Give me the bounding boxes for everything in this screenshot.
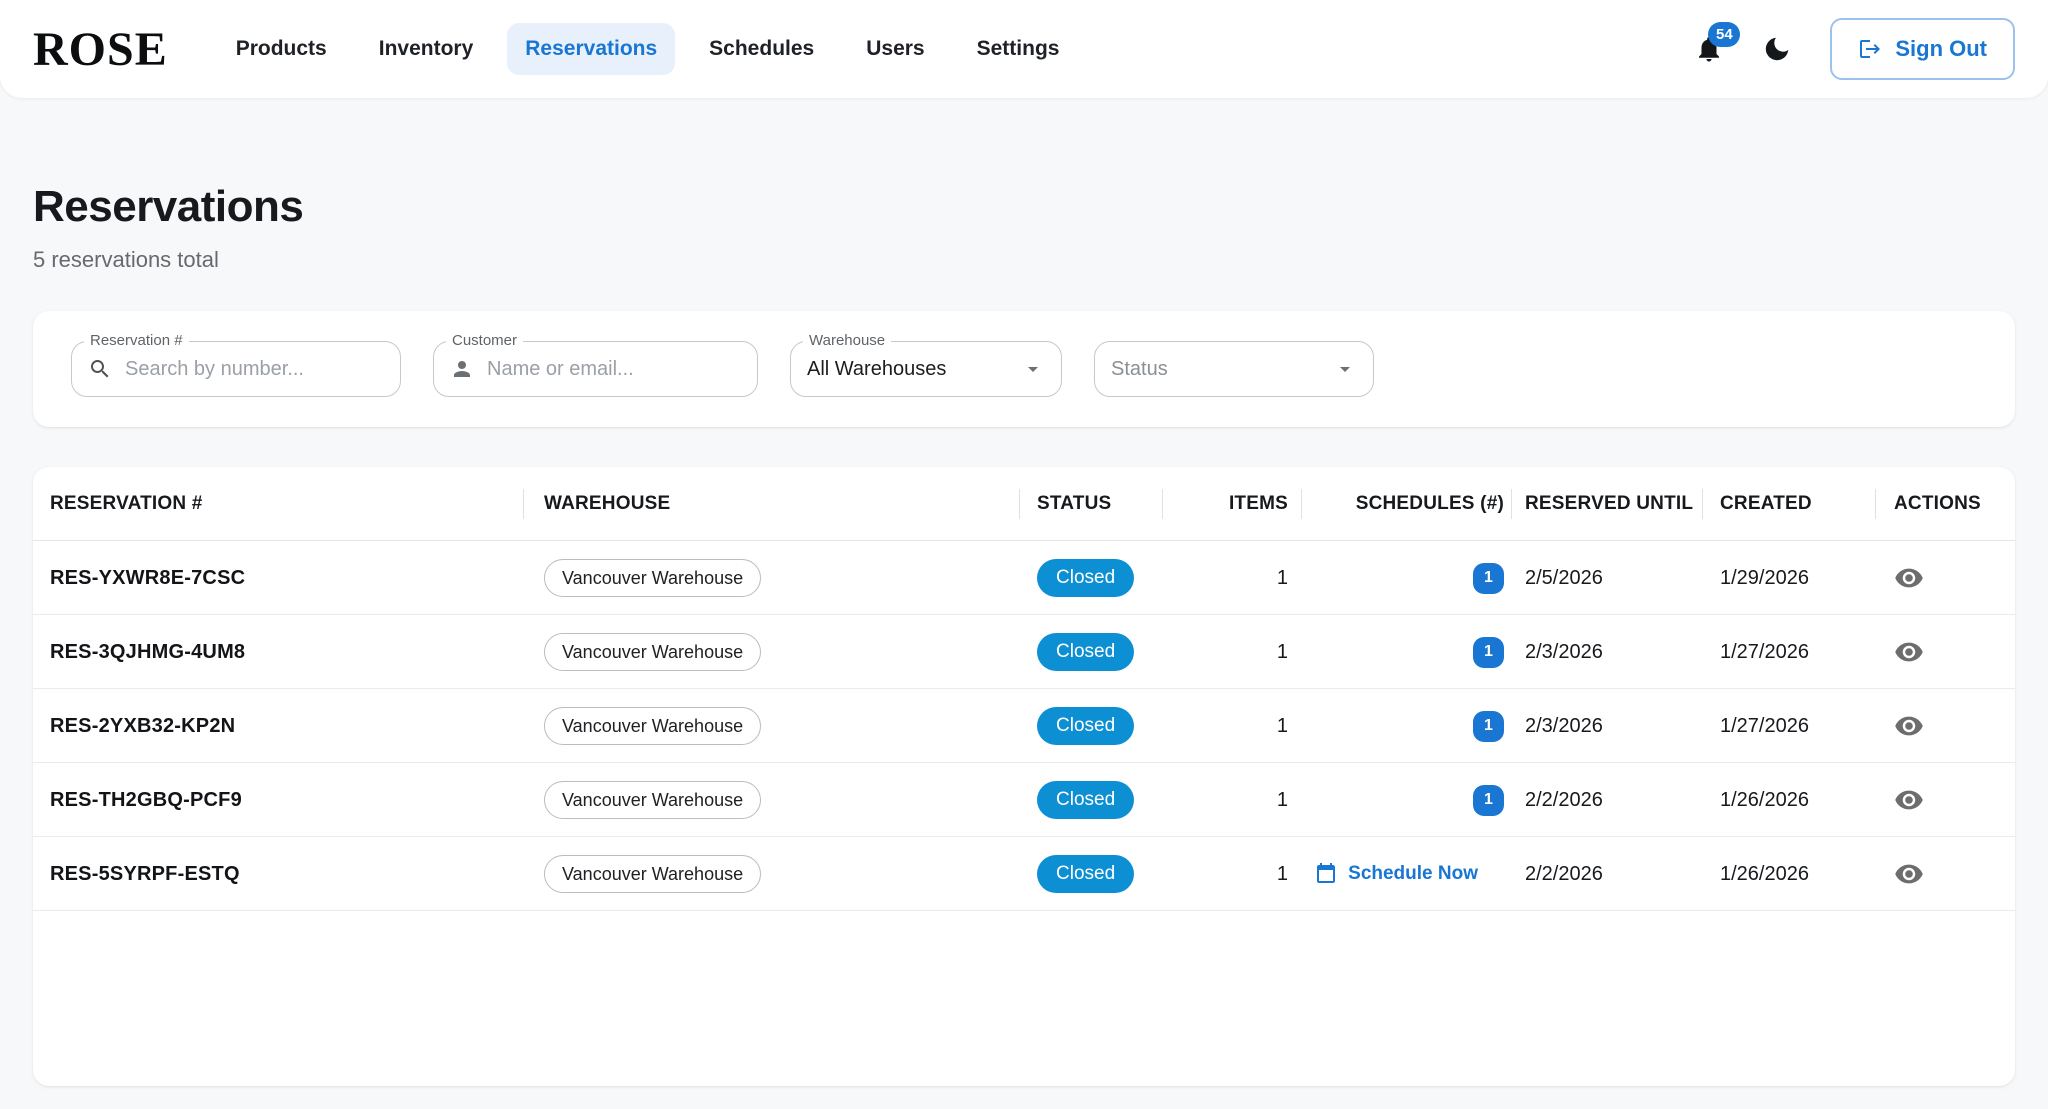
nav-item-products[interactable]: Products <box>218 23 345 75</box>
schedules-count-badge: 1 <box>1473 785 1504 816</box>
main-nav: Products Inventory Reservations Schedule… <box>218 23 1078 75</box>
chevron-down-icon <box>1333 357 1357 381</box>
items-count: 1 <box>1277 641 1288 664</box>
header-actions: 54 Sign Out <box>1694 18 2015 80</box>
warehouse-chip: Vancouver Warehouse <box>544 707 761 745</box>
warehouse-select[interactable]: Warehouse All Warehouses <box>790 341 1062 397</box>
view-eye-icon <box>1894 785 1924 815</box>
column-header-schedules[interactable]: SCHEDULES (#) <box>1302 467 1512 541</box>
created-date: 1/29/2026 <box>1720 567 1809 590</box>
nav-item-settings[interactable]: Settings <box>959 23 1078 75</box>
column-header-actions: ACTIONS <box>1876 467 2015 541</box>
reservation-number-label: Reservation # <box>84 332 189 349</box>
status-badge: Closed <box>1037 855 1134 893</box>
reservation-id: RES-2YXB32-KP2N <box>50 715 235 738</box>
items-count: 1 <box>1277 567 1288 590</box>
nav-item-users[interactable]: Users <box>848 23 942 75</box>
main-content: Reservations 5 reservations total Reserv… <box>0 182 2048 1086</box>
reserved-until-date: 2/3/2026 <box>1525 641 1603 664</box>
status-badge: Closed <box>1037 781 1134 819</box>
customer-input[interactable] <box>485 357 741 382</box>
view-reservation-button[interactable] <box>1894 563 1924 593</box>
notifications-button[interactable]: 54 <box>1694 34 1724 64</box>
reservations-table: RESERVATION # WAREHOUSE STATUS ITEMS SCH… <box>33 467 2015 1086</box>
reservation-id: RES-5SYRPF-ESTQ <box>50 863 240 886</box>
nav-item-schedules[interactable]: Schedules <box>691 23 832 75</box>
nav-item-reservations[interactable]: Reservations <box>507 23 675 75</box>
items-count: 1 <box>1277 789 1288 812</box>
view-eye-icon <box>1894 563 1924 593</box>
customer-label: Customer <box>446 332 523 349</box>
column-header-warehouse[interactable]: WAREHOUSE <box>524 467 1020 541</box>
items-count: 1 <box>1277 863 1288 886</box>
app-header: ROSE Products Inventory Reservations Sch… <box>0 0 2048 98</box>
filters-bar: Reservation # Customer Warehouse All War… <box>33 311 2015 427</box>
view-eye-icon <box>1894 859 1924 889</box>
reservation-id: RES-3QJHMG-4UM8 <box>50 641 245 664</box>
warehouse-label: Warehouse <box>803 332 891 349</box>
created-date: 1/26/2026 <box>1720 789 1809 812</box>
column-header-status[interactable]: STATUS <box>1020 467 1163 541</box>
reserved-until-date: 2/3/2026 <box>1525 715 1603 738</box>
view-reservation-button[interactable] <box>1894 859 1924 889</box>
reservation-id: RES-YXWR8E-7CSC <box>50 567 245 590</box>
dark-mode-moon-icon <box>1762 34 1792 64</box>
column-header-items[interactable]: ITEMS <box>1163 467 1302 541</box>
warehouse-chip: Vancouver Warehouse <box>544 781 761 819</box>
calendar-icon <box>1314 862 1338 886</box>
table-row: RES-YXWR8E-7CSC Vancouver Warehouse Clos… <box>33 541 2015 615</box>
created-date: 1/27/2026 <box>1720 715 1809 738</box>
sign-out-button[interactable]: Sign Out <box>1830 18 2015 80</box>
warehouse-chip: Vancouver Warehouse <box>544 559 761 597</box>
created-date: 1/26/2026 <box>1720 863 1809 886</box>
status-badge: Closed <box>1037 707 1134 745</box>
items-count: 1 <box>1277 715 1288 738</box>
column-header-reserved-until[interactable]: RESERVED UNTIL <box>1512 467 1703 541</box>
table-row: RES-TH2GBQ-PCF9 Vancouver Warehouse Clos… <box>33 763 2015 837</box>
schedule-now-link[interactable]: Schedule Now <box>1314 862 1478 886</box>
schedule-now-label: Schedule Now <box>1348 863 1478 885</box>
sign-out-label: Sign Out <box>1895 36 1987 62</box>
schedules-count-badge: 1 <box>1473 563 1504 594</box>
page-subtitle: 5 reservations total <box>33 247 2015 273</box>
nav-item-inventory[interactable]: Inventory <box>361 23 492 75</box>
warehouse-chip: Vancouver Warehouse <box>544 633 761 671</box>
view-reservation-button[interactable] <box>1894 785 1924 815</box>
warehouse-chip: Vancouver Warehouse <box>544 855 761 893</box>
person-icon <box>450 357 474 381</box>
chevron-down-icon <box>1021 357 1045 381</box>
reservation-id: RES-TH2GBQ-PCF9 <box>50 789 242 812</box>
table-header-row: RESERVATION # WAREHOUSE STATUS ITEMS SCH… <box>33 467 2015 541</box>
reserved-until-date: 2/2/2026 <box>1525 789 1603 812</box>
view-eye-icon <box>1894 711 1924 741</box>
dark-mode-toggle[interactable] <box>1762 34 1792 64</box>
reservation-number-field[interactable]: Reservation # <box>71 341 401 397</box>
brand-logo[interactable]: ROSE <box>33 22 168 77</box>
table-body: RES-YXWR8E-7CSC Vancouver Warehouse Clos… <box>33 541 2015 911</box>
schedules-count-badge: 1 <box>1473 711 1504 742</box>
reserved-until-date: 2/2/2026 <box>1525 863 1603 886</box>
column-header-reservation[interactable]: RESERVATION # <box>33 467 524 541</box>
page-title: Reservations <box>33 182 2015 232</box>
column-header-created[interactable]: CREATED <box>1703 467 1876 541</box>
search-icon <box>88 357 112 381</box>
notification-count-badge: 54 <box>1708 22 1740 47</box>
status-placeholder: Status <box>1111 358 1168 381</box>
table-row: RES-5SYRPF-ESTQ Vancouver Warehouse Clos… <box>33 837 2015 911</box>
status-select[interactable]: Status <box>1094 341 1374 397</box>
logout-icon <box>1858 37 1882 61</box>
view-reservation-button[interactable] <box>1894 711 1924 741</box>
status-badge: Closed <box>1037 633 1134 671</box>
view-eye-icon <box>1894 637 1924 667</box>
reserved-until-date: 2/5/2026 <box>1525 567 1603 590</box>
customer-field[interactable]: Customer <box>433 341 758 397</box>
table-row: RES-2YXB32-KP2N Vancouver Warehouse Clos… <box>33 689 2015 763</box>
view-reservation-button[interactable] <box>1894 637 1924 667</box>
reservation-number-input[interactable] <box>123 357 384 382</box>
table-row: RES-3QJHMG-4UM8 Vancouver Warehouse Clos… <box>33 615 2015 689</box>
status-badge: Closed <box>1037 559 1134 597</box>
schedules-count-badge: 1 <box>1473 637 1504 668</box>
created-date: 1/27/2026 <box>1720 641 1809 664</box>
warehouse-selected-value: All Warehouses <box>807 358 946 381</box>
